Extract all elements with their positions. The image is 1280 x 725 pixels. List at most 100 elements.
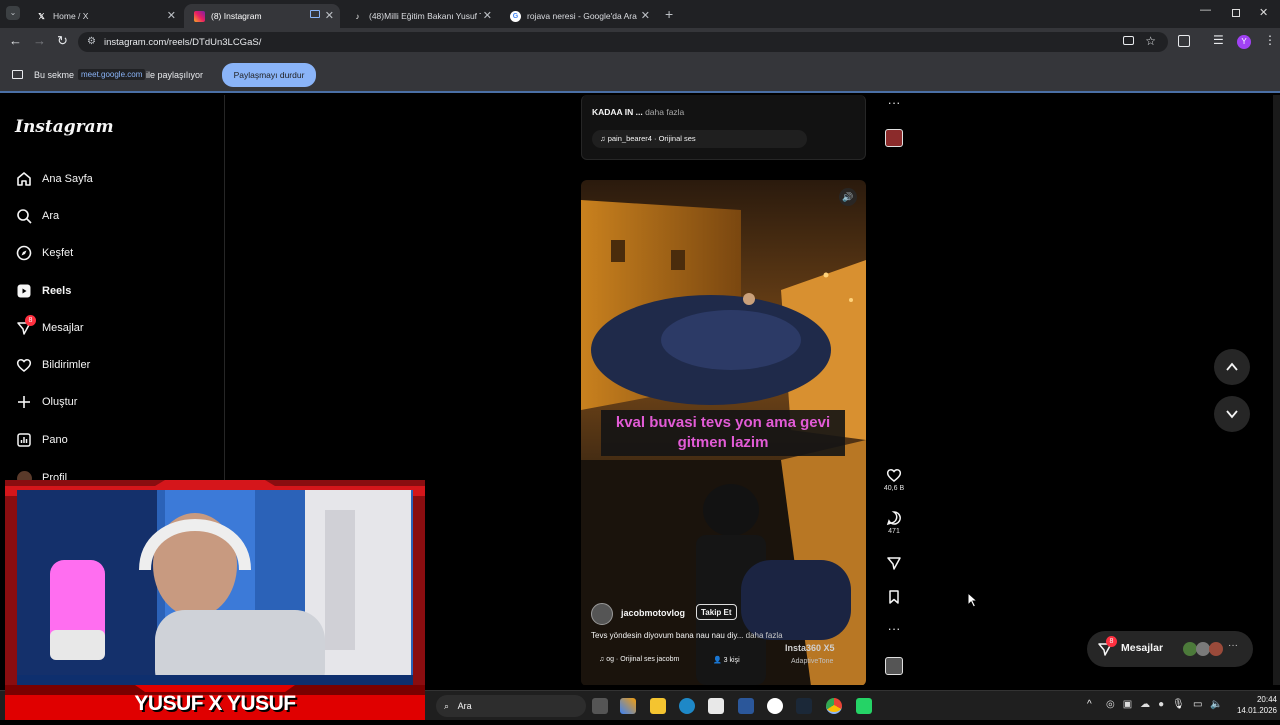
sidebar-item-label: Ara	[42, 210, 60, 222]
more-link[interactable]: daha fazla	[746, 631, 783, 640]
file-explorer-icon[interactable]	[650, 698, 666, 714]
microphone-icon[interactable]: 🎙	[1172, 699, 1185, 710]
sidebar-item-explore[interactable]: Keşfet	[15, 244, 73, 262]
scrollbar[interactable]	[1273, 95, 1280, 685]
comment-button[interactable]: 471	[883, 510, 905, 535]
network-icon[interactable]: ▭	[1193, 699, 1202, 710]
new-tab-button[interactable]: +	[665, 6, 673, 22]
sidebar-item-label: Bildirimler	[42, 359, 91, 371]
install-app-icon[interactable]	[1123, 36, 1134, 45]
more-options-icon[interactable]: ···	[883, 95, 905, 110]
tab-instagram[interactable]: (8) Instagram ✕	[184, 4, 340, 28]
search-icon: ⌕	[444, 701, 450, 711]
like-button[interactable]: 40,6 B	[883, 467, 905, 492]
google-icon: G	[510, 10, 521, 22]
heart-icon	[886, 469, 902, 482]
more-link[interactable]: daha fazla	[645, 107, 684, 117]
close-icon[interactable]: ✕	[325, 9, 334, 22]
audio-label: pain_bearer4 · Orijinal ses	[607, 134, 696, 143]
stop-sharing-button[interactable]: Paylaşmayı durdur	[222, 63, 316, 87]
comment-icon	[886, 511, 901, 526]
profile-avatar[interactable]: Y	[1237, 35, 1251, 49]
previous-reel: KADAA IN ... daha fazla ♫ pain_bearer4 ·…	[581, 95, 866, 160]
follow-button[interactable]: Takip Et	[696, 604, 737, 620]
tab-tiktok[interactable]: ♪ (48)Milli Eğitim Bakanı Yusuf Te ✕	[342, 4, 498, 28]
address-bar[interactable]: ⚙ instagram.com/reels/DTdUn3LCGaS/ ☆	[78, 32, 1168, 52]
next-reel-button[interactable]	[1214, 396, 1250, 432]
close-icon[interactable]: ✕	[167, 9, 176, 22]
reel-caption[interactable]: Tevs yöndesin diyovum bana nau nau diy..…	[591, 631, 783, 640]
taskbar-search[interactable]: ⌕ Ara	[436, 695, 586, 717]
maximize-button[interactable]	[1232, 9, 1240, 17]
site-info-icon[interactable]: ⚙	[87, 36, 96, 47]
volume-icon[interactable]: 🔊	[839, 188, 857, 206]
reel-caption[interactable]: KADAA IN ... daha fazla	[592, 107, 684, 117]
sidebar-item-label: Keşfet	[42, 247, 74, 259]
edge-icon[interactable]	[679, 698, 695, 714]
back-icon[interactable]: ←	[9, 33, 22, 48]
previous-reel-button[interactable]	[1214, 349, 1250, 385]
home-icon	[15, 170, 33, 188]
messages-label: Mesajlar	[1121, 642, 1164, 654]
tab-search-button[interactable]: ⌄	[6, 6, 20, 20]
reload-icon[interactable]: ↻	[57, 33, 68, 49]
close-icon[interactable]: ✕	[483, 9, 492, 22]
tray-icons[interactable]: ◎▣☁●	[1106, 699, 1172, 710]
sidebar-item-dashboard[interactable]: Pano	[15, 431, 68, 449]
instagram-logo[interactable]: Instagram	[15, 117, 114, 137]
bookmark-star-icon[interactable]: ☆	[1145, 34, 1156, 48]
share-button[interactable]	[883, 555, 905, 573]
reading-list-icon[interactable]: ☰	[1213, 33, 1224, 47]
save-button[interactable]	[883, 589, 905, 607]
tagged-people[interactable]: 👤 3 kişi	[713, 656, 740, 664]
whatsapp-icon[interactable]	[856, 698, 872, 714]
webcam-frame	[5, 480, 425, 720]
minimize-button[interactable]: —	[1200, 4, 1211, 16]
audio-info[interactable]: ♫ og · Orijinal ses jacobm	[599, 656, 679, 663]
extensions-icon[interactable]	[1178, 35, 1190, 47]
sidebar-item-messages[interactable]: 8 Mesajlar	[15, 315, 84, 337]
window-close-button[interactable]: ✕	[1259, 6, 1268, 19]
author-username[interactable]: jacobmotovlog	[621, 608, 685, 618]
audio-pill[interactable]: ♫ pain_bearer4 · Orijinal ses	[592, 130, 807, 148]
tab-title: (8) Instagram	[211, 11, 262, 21]
more-options-icon[interactable]: ···	[883, 621, 905, 636]
reel-video[interactable]: 🔊 kval buvasi tevs yon ama gevi gitmen l…	[581, 180, 866, 685]
sidebar-item-home[interactable]: Ana Sayfa	[15, 170, 93, 188]
sidebar-item-label: Pano	[42, 434, 68, 446]
taskbar-search-label: Ara	[457, 701, 472, 711]
sidebar-item-create[interactable]: Oluştur	[15, 393, 77, 411]
clock-date[interactable]: 14.01.2026	[1220, 706, 1277, 715]
messages-floating-button[interactable]: 8 Mesajlar ···	[1087, 631, 1253, 667]
author-avatar[interactable]	[591, 603, 613, 625]
menu-icon[interactable]: ⋮	[1264, 33, 1276, 47]
screen-share-icon	[310, 10, 320, 18]
sharing-infobar: Bu sekme meet.google.com ile paylaşılıyo…	[0, 56, 1280, 93]
avatar	[1209, 642, 1223, 656]
steam-icon[interactable]	[796, 698, 812, 714]
tab-title: rojava neresi - Google'da Ara	[527, 11, 637, 21]
audio-thumbnail[interactable]	[885, 129, 903, 147]
video-subtitle: kval buvasi tevs yon ama gevi gitmen laz…	[601, 410, 845, 456]
copilot-icon[interactable]	[620, 698, 636, 714]
close-icon[interactable]: ✕	[641, 9, 650, 22]
forward-icon[interactable]: →	[33, 33, 46, 48]
chrome-icon[interactable]	[826, 698, 842, 714]
task-view-icon[interactable]	[592, 698, 608, 714]
heart-icon	[15, 356, 33, 374]
tab-x[interactable]: 𝕏 Home / X ✕	[26, 4, 182, 28]
app-icon[interactable]	[738, 698, 754, 714]
webcam-banner: YUSUF X YUSUF	[134, 692, 296, 715]
tab-google[interactable]: G rojava neresi - Google'da Ara ✕	[500, 4, 656, 28]
infobar-prefix: Bu sekme	[34, 70, 75, 80]
sidebar-item-reels[interactable]: Reels	[15, 282, 71, 300]
x-logo-icon: 𝕏	[38, 11, 45, 21]
sidebar-item-notifications[interactable]: Bildirimler	[15, 356, 90, 374]
yandex-icon[interactable]	[767, 698, 783, 714]
audio-thumbnail[interactable]	[885, 657, 903, 675]
person-icon: 👤	[713, 657, 722, 664]
tray-chevron-icon[interactable]: ^	[1087, 699, 1092, 710]
sidebar-item-search[interactable]: Ara	[15, 207, 59, 225]
clock-time[interactable]: 20:44	[1233, 695, 1277, 704]
store-icon[interactable]	[708, 698, 724, 714]
